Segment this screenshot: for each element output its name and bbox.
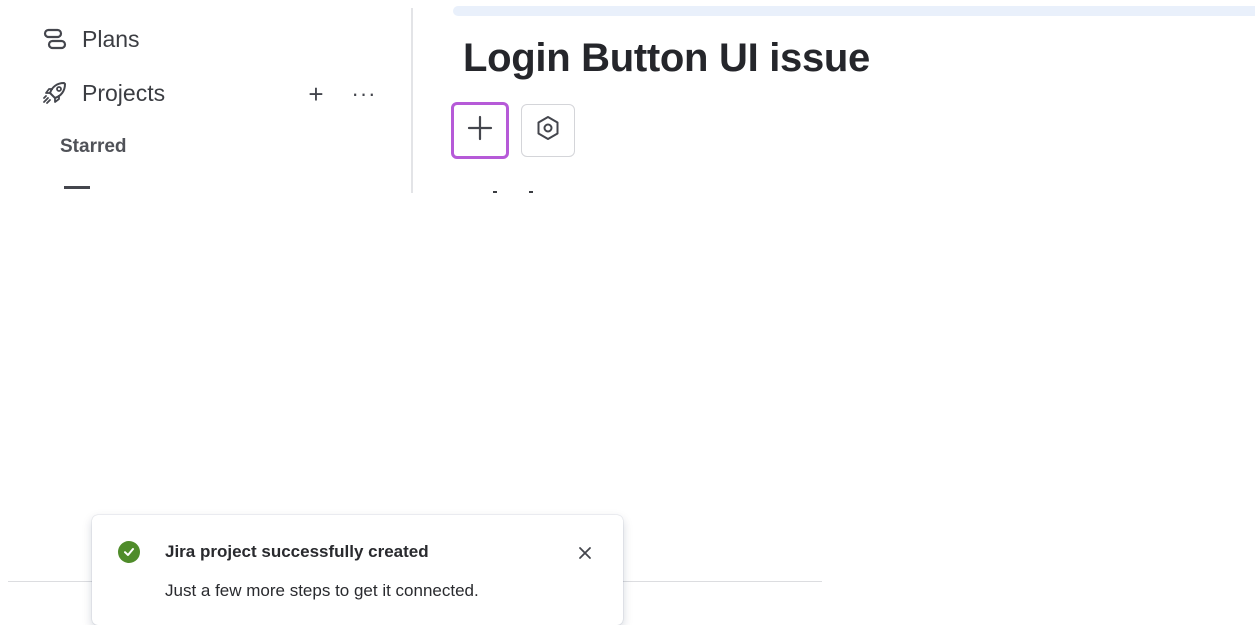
sidebar-item-label: Projects	[82, 79, 166, 106]
cut-off-heading	[453, 186, 583, 193]
sidebar-item-label: Plans	[82, 25, 140, 52]
plus-icon	[467, 115, 493, 146]
sidebar-item-plans[interactable]: Plans	[40, 24, 140, 54]
main-content: Login Button UI issue	[413, 0, 1255, 193]
add-button[interactable]	[451, 102, 509, 159]
toast-description: Just a few more steps to get it connecte…	[165, 581, 479, 600]
sidebar-item-projects[interactable]: Projects	[40, 78, 165, 108]
settings-button[interactable]	[521, 104, 575, 157]
add-project-button[interactable]: +	[300, 79, 332, 109]
top-banner	[453, 6, 1255, 16]
visible-viewport: Plans Projects + ··· Starred Login Butto…	[0, 0, 1255, 193]
success-check-icon	[118, 541, 140, 563]
sidebar: Plans Projects + ··· Starred	[0, 0, 411, 193]
hexagon-settings-icon	[535, 115, 561, 146]
cut-off-item-icon	[64, 186, 90, 193]
close-icon[interactable]	[572, 540, 598, 566]
app-window: Plans Projects + ··· Starred Login Butto…	[0, 0, 1255, 625]
projects-actions: + ···	[300, 79, 380, 109]
success-toast: Jira project successfully created Just a…	[92, 515, 623, 625]
cut-off-item-label	[104, 186, 214, 193]
rocket-icon	[40, 78, 70, 108]
page-title: Login Button UI issue	[463, 36, 871, 80]
more-actions-button[interactable]: ···	[348, 80, 380, 108]
toast-title: Jira project successfully created	[165, 542, 429, 561]
section-heading-starred: Starred	[60, 136, 127, 157]
plans-icon	[40, 24, 70, 54]
